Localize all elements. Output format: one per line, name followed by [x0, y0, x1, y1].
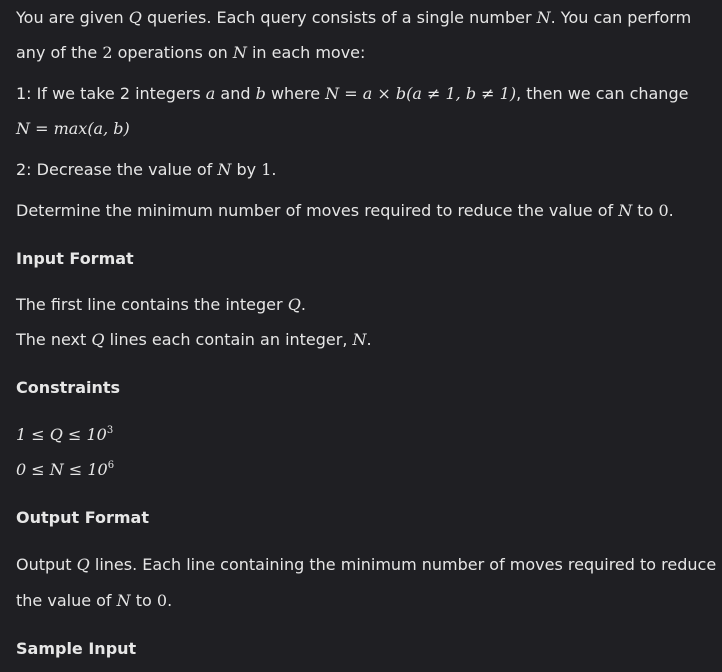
math-n: N: [217, 160, 232, 179]
text: the value of: [16, 591, 117, 610]
text: .: [271, 160, 277, 179]
text: 2: Decrease the value of: [16, 160, 218, 179]
text: .: [300, 295, 306, 314]
operation-1-line-1: 1: If we take 2 integers a and b where N…: [16, 83, 688, 105]
text: .: [668, 201, 674, 220]
input-format-line-1: The first line contains the integer Q.: [16, 294, 306, 316]
math-expression: N = a × b(a ≠ 1, b ≠ 1): [325, 84, 517, 103]
math-b: b: [255, 84, 266, 103]
math-number: 0: [156, 591, 168, 610]
goal-line: Determine the minimum number of moves re…: [16, 200, 674, 222]
constraints-heading: Constraints: [16, 378, 121, 397]
text: lines. Each line containing the minimum …: [89, 555, 717, 574]
math-n: N: [232, 43, 247, 62]
math-q: Q: [76, 555, 90, 574]
input-format-heading: Input Format: [16, 249, 134, 268]
text: by: [231, 160, 262, 179]
operation-2: 2: Decrease the value of N by 1.: [16, 159, 276, 181]
text: 1: If we take 2 integers: [16, 84, 206, 103]
text: The first line contains the integer: [16, 295, 288, 314]
math-expression: 0 ≤ N ≤ 10: [16, 460, 108, 479]
math-n: N: [536, 8, 551, 27]
output-format-line-1: Output Q lines. Each line containing the…: [16, 554, 716, 576]
math-n: N: [116, 591, 131, 610]
text: Determine the minimum number of moves re…: [16, 201, 619, 220]
text: , then we can change: [516, 84, 689, 103]
text: The next: [16, 330, 92, 349]
math-number: 2: [102, 43, 113, 62]
text: lines each contain an integer,: [104, 330, 353, 349]
text: operations on: [112, 43, 233, 62]
math-q: Q: [91, 330, 105, 349]
text: queries. Each query consists of a single…: [141, 8, 537, 27]
text: . You can perform: [550, 8, 692, 27]
output-format-heading: Output Format: [16, 508, 149, 527]
statement-line-1: You are given Q queries. Each query cons…: [16, 7, 691, 29]
math-number: 1: [261, 160, 272, 179]
problem-statement-page: You are given Q queries. Each query cons…: [0, 0, 722, 672]
math-exponent: 3: [106, 425, 114, 436]
math-q: Q: [287, 295, 301, 314]
math-q: Q: [128, 8, 142, 27]
constraint-n: 0 ≤ N ≤ 106: [16, 459, 114, 481]
output-format-line-2: the value of N to 0.: [16, 590, 172, 612]
math-exponent: 6: [107, 460, 115, 471]
math-a: a: [205, 84, 216, 103]
math-expression: N = max(a, b): [16, 119, 130, 138]
text: and: [215, 84, 256, 103]
text: You are given: [16, 8, 129, 27]
sample-input-heading: Sample Input: [16, 639, 137, 658]
math-n: N: [352, 330, 367, 349]
input-format-line-2: The next Q lines each contain an integer…: [16, 329, 372, 351]
operation-1-line-2: N = max(a, b): [16, 118, 130, 140]
math-number: 0: [658, 201, 669, 220]
math-expression: 1 ≤ Q ≤ 10: [16, 425, 107, 444]
text: to: [130, 591, 157, 610]
text: in each move:: [246, 43, 366, 62]
statement-line-2: any of the 2 operations on N in each mov…: [16, 42, 365, 64]
text: where: [265, 84, 326, 103]
text: any of the: [16, 43, 103, 62]
text: .: [167, 591, 173, 610]
text: Output: [16, 555, 77, 574]
constraint-q: 1 ≤ Q ≤ 103: [16, 424, 113, 446]
text: to: [632, 201, 659, 220]
math-n: N: [618, 201, 633, 220]
text: .: [366, 330, 372, 349]
